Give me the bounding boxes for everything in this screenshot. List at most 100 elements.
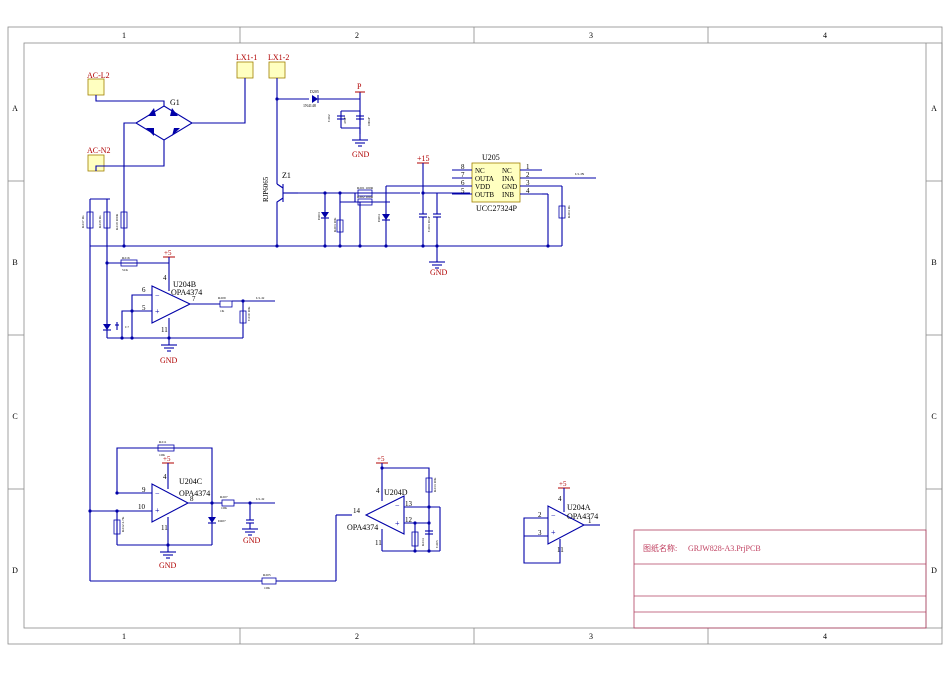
svg-text:−: − [395,501,400,510]
row-label-a: A [12,104,18,113]
col-label-4: 4 [823,31,827,40]
connector-lx1-1[interactable]: LX1-1 [236,53,257,79]
svg-text:R214: R214 [421,538,425,546]
driver-pin-5-num: 5 [461,187,465,195]
svg-text:R204 1K: R204 1K [567,205,571,218]
svg-text:−: − [155,489,160,498]
svg-text:R209: R209 [218,296,226,300]
driver-ref-label: U205 [482,153,500,162]
svg-text:−: − [551,511,556,520]
svg-text:R219 100R: R219 100R [115,213,119,230]
driver-pin-7-num: 7 [461,171,465,179]
svg-text:+: + [395,519,400,528]
opamp-c-part-label: OPA4374 [179,489,210,498]
svg-text:D203: D203 [317,212,321,220]
plus5-label-a: +5 [559,480,567,488]
svg-text:100nF: 100nF [367,117,371,126]
gate-network: R201 100R R202 100R D203 R203 10K D204 [298,185,470,246]
opamp-c-wiring: +5 GND R211 10K R212 2.7K R207 10K U1-I2… [88,440,275,570]
diode-ref-label: D205 [310,89,319,94]
svg-text:U1-I2: U1-I2 [256,497,265,501]
svg-text:R216: R216 [122,256,130,260]
gnd-label-driver: GND [430,268,448,277]
connector-lx1-1-label: LX1-1 [236,53,257,62]
opamp-a-part-label: OPA4374 [567,512,598,521]
gnd-label-b: GND [160,356,178,365]
svg-text:D207: D207 [218,519,226,523]
driver-pin-8-num: 8 [461,163,465,171]
svg-text:1K: 1K [220,309,225,313]
row-label-d: D [12,566,18,575]
col-label-2-bottom: 2 [355,632,359,641]
svg-text:+: + [551,528,556,537]
opamp-d-pin4: 4 [376,487,380,495]
diode-d205[interactable]: D205 1N4148 [277,89,360,108]
connector-lx1-2[interactable]: LX1-2 [268,53,289,79]
driver-pin-4-num: 4 [526,187,530,195]
col-label-1-bottom: 1 [122,632,126,641]
opamp-u204d[interactable]: − + U204D OPA4374 4 11 13 12 14 [347,487,413,547]
connector-ac-n2-label: AC-N2 [87,146,111,155]
svg-text:R202 100R: R202 100R [357,195,374,199]
connector-ac-n2[interactable]: AC-N2 [87,146,111,172]
opamp-c-ref-label: U204C [179,477,202,486]
svg-text:D204: D204 [377,214,381,222]
p-rail: P GND C202 47uF 100nF [327,82,371,159]
gnd-label-p: GND [352,150,370,159]
svg-text:47uF: 47uF [343,117,347,124]
svg-text:R213 10K: R213 10K [433,477,437,492]
opamp-a-pin4: 4 [558,495,562,503]
svg-text:+: + [155,506,160,515]
driver-pin-2-name: INA [502,175,514,183]
driver-ic-u205[interactable]: U205 UCC27324P 8 7 6 5 NC OUTA VDD OUTB … [452,153,542,213]
col-label-2: 2 [355,31,359,40]
opamp-d-pin14: 14 [353,507,361,515]
connector-ac-l2-label: AC-L2 [87,71,110,80]
driver-pin-5-name: OUTB [475,191,494,199]
p-rail-label: P [357,82,362,91]
title-drawing-name-value: GRJW828-A3.PrjPCB [688,544,761,553]
bridge-ref-label: G1 [170,98,180,107]
title-block: 图纸名称: GRJW828-A3.PrjPCB [633,529,927,629]
svg-text:10K: 10K [221,506,228,510]
opamp-c-pin8: 8 [190,495,194,503]
row-label-d-right: D [931,566,937,575]
opamp-b-wiring: +5 R216 51K GND R209 1K C210 10K U1-I2 C… [103,249,275,365]
svg-text:−: − [155,291,160,300]
svg-text:C205: C205 [435,540,439,548]
driver-part-label: UCC27324P [476,204,517,213]
schematic-sheet: 1 2 3 4 1 2 3 4 A B C D A B C D AC-L2 AC… [0,0,950,672]
opamp-c-pin10: 10 [138,503,146,511]
opamp-b-part-label: OPA4374 [171,288,202,297]
svg-text:R201 100R: R201 100R [357,186,374,190]
svg-text:C203 10uF: C203 10uF [427,216,431,232]
opamp-c-pin11: 11 [161,524,168,532]
sheet-frame [7,26,943,645]
opamp-b-pin7: 7 [192,295,196,303]
col-label-3-bottom: 3 [589,632,593,641]
svg-text:R212 2.7K: R212 2.7K [121,516,125,532]
opamp-b-pin6: 6 [142,286,146,294]
svg-text:C210 10K: C210 10K [247,306,251,321]
col-label-3: 3 [589,31,593,40]
driver-pin-1-num: 1 [526,163,530,171]
transistor-part-label: RJP6065 [262,176,270,202]
connector-lx1-2-label: LX1-2 [268,53,289,62]
row-label-a-right: A [931,104,937,113]
svg-text:R207: R207 [220,495,228,499]
connector-ac-l2[interactable]: AC-L2 [87,71,110,96]
svg-text:U1-IN: U1-IN [575,172,585,176]
opamp-a-ref-label: U204A [567,503,591,512]
col-label-1: 1 [122,31,126,40]
row-label-c-right: C [931,412,936,421]
diode-value-label: 1N4148 [303,103,316,108]
opamp-d-ref-label: U204D [384,488,408,497]
transistor-ref-label: Z1 [282,171,291,180]
svg-text:R211: R211 [159,440,167,444]
driver-pin-7-name: OUTA [475,175,494,183]
driver-pin-1-name: NC [502,167,512,175]
gnd-label-c: GND [159,561,177,570]
transistor-z1[interactable]: Z1 RJP6065 [262,78,298,246]
svg-text:R217 1K: R217 1K [81,215,85,228]
svg-text:C202: C202 [327,114,331,122]
